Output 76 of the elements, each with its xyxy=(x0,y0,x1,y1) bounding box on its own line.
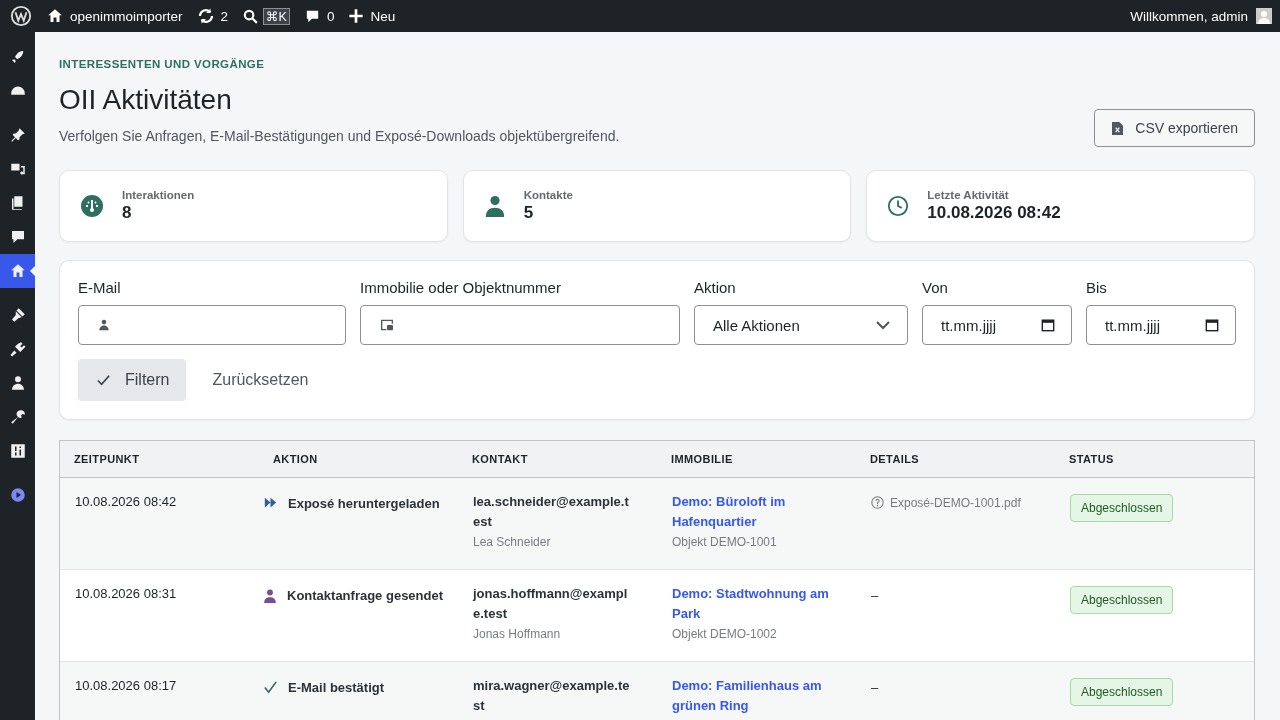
details-text: – xyxy=(871,588,879,603)
person-icon xyxy=(97,318,111,332)
field-label: Immobilie oder Objektnummer xyxy=(360,279,562,296)
contact-email: mira.wagner@example.test xyxy=(473,677,631,715)
action-label: E-Mail bestätigt xyxy=(288,679,385,697)
sliders-icon[interactable] xyxy=(8,442,27,460)
table-cell: 10.08.2026 08:31 xyxy=(75,586,177,601)
page-description: Verfolgen Sie Anfragen, E-Mail-Bestätigungen und Exposé-Downloads objektübergreifend. xyxy=(59,128,620,144)
calendar-icon xyxy=(1041,318,1055,332)
action-label: Exposé heruntergeladen xyxy=(288,495,440,513)
stat-value: 5 xyxy=(523,203,535,223)
comments-count[interactable]: 0 xyxy=(326,8,335,24)
plus-icon[interactable] xyxy=(348,8,365,24)
field-label: Von xyxy=(922,279,949,296)
action-select[interactable]: Alle Aktionen xyxy=(694,305,908,345)
stat-label: Interaktionen xyxy=(122,189,195,201)
person-icon xyxy=(483,193,506,219)
property-input-field[interactable] xyxy=(360,305,680,345)
property-link[interactable]: Demo: Stadtwohnung am Park xyxy=(672,584,832,624)
column-header: KONTAKT xyxy=(471,452,529,467)
status-badge: Abgeschlossen xyxy=(1070,678,1174,706)
contact-email: jonas.hoffmann@example.test xyxy=(473,585,629,623)
stat-value: 8 xyxy=(122,203,133,223)
page-title: OII Aktivitäten xyxy=(59,84,233,116)
checkmark-icon xyxy=(96,372,111,388)
fast-forward-icon xyxy=(263,496,278,509)
object-number: Objekt DEMO-1002 xyxy=(672,627,777,641)
stat-label: Kontakte xyxy=(523,189,573,201)
details-text: – xyxy=(871,680,879,695)
column-header: AKTION xyxy=(272,452,319,467)
checkmark-icon xyxy=(263,680,278,695)
plug-icon[interactable] xyxy=(8,340,27,358)
contact-name: Lea Schneider xyxy=(473,535,551,549)
play-icon[interactable] xyxy=(8,486,27,504)
status-badge: Abgeschlossen xyxy=(1070,494,1174,522)
contact-name: Jonas Hoffmann xyxy=(473,627,561,641)
field-label: Bis xyxy=(1086,279,1108,296)
column-header: DETAILS xyxy=(869,452,921,467)
filter-button[interactable]: Filtern xyxy=(78,359,187,401)
stat-value: 10.08.2026 08:42 xyxy=(927,203,1061,223)
table-cell: 10.08.2026 08:42 xyxy=(75,494,177,509)
reset-link[interactable]: Zurücksetzen xyxy=(212,371,309,389)
contact-email: lea.schneider@example.test xyxy=(473,493,630,531)
file-icon xyxy=(1112,121,1124,135)
greeting-link[interactable]: Willkommen, admin xyxy=(1130,8,1248,24)
wordpress-logo-icon[interactable] xyxy=(10,5,32,27)
site-name-link[interactable]: openimmoimporter xyxy=(70,8,183,24)
column-header: IMMOBILIE xyxy=(670,452,734,467)
help-icon xyxy=(871,496,884,509)
shortcut-key[interactable]: ⌘K xyxy=(263,7,290,25)
person-icon xyxy=(263,588,277,604)
property-link[interactable]: Demo: Büroloft im Hafenquartier xyxy=(672,492,832,532)
stat-label: Letzte Aktivität xyxy=(927,189,1010,201)
field-label: E-Mail xyxy=(78,279,122,296)
refresh-icon[interactable] xyxy=(196,7,215,25)
new-link[interactable]: Neu xyxy=(370,8,396,24)
home-icon[interactable] xyxy=(46,7,64,25)
email-input-field[interactable] xyxy=(78,305,346,345)
updates-count[interactable]: 2 xyxy=(220,8,229,24)
column-header: ZEITPUNKT xyxy=(73,452,141,467)
calendar-icon xyxy=(1205,318,1219,332)
section-eyebrow: INTERESSENTEN UND VORGÄNGE xyxy=(59,58,266,70)
clock-icon xyxy=(887,195,910,217)
property-link[interactable]: Demo: Familienhaus am grünen Ring xyxy=(672,676,832,716)
picture-in-picture-icon xyxy=(379,317,395,333)
csv-export-button[interactable]: CSV exportieren xyxy=(1094,109,1255,147)
details-text: Exposé-DEMO-1001.pdf xyxy=(890,496,1021,510)
from-date-field[interactable]: tt.mm.jjjj xyxy=(922,305,1072,345)
table-cell: 10.08.2026 08:17 xyxy=(75,678,177,693)
search-icon[interactable] xyxy=(242,7,260,25)
field-label: Aktion xyxy=(694,279,737,296)
action-label: Kontaktanfrage gesendet xyxy=(287,587,444,605)
to-date-field[interactable]: tt.mm.jjjj xyxy=(1086,305,1236,345)
object-number: Objekt DEMO-1001 xyxy=(672,535,777,549)
status-badge: Abgeschlossen xyxy=(1070,586,1174,614)
column-header: STATUS xyxy=(1068,452,1115,467)
